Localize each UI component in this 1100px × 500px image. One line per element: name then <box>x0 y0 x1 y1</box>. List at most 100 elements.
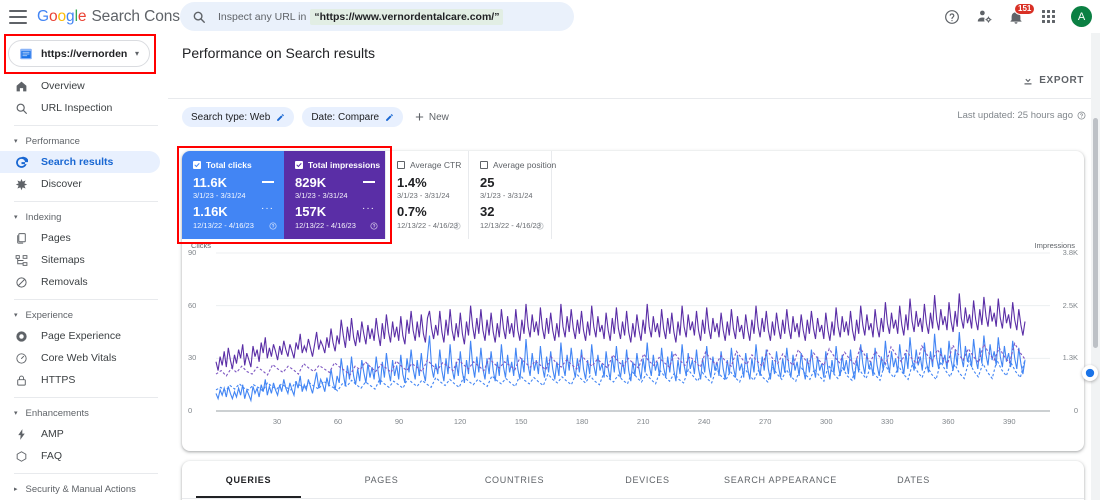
metric-name: Total clicks <box>206 160 252 170</box>
chip-search-type[interactable]: Search type: Web <box>182 107 295 127</box>
x-tick: 120 <box>453 417 467 426</box>
sidebar-item-pages[interactable]: Pages <box>0 227 160 249</box>
sidebar-item-url-inspection[interactable]: URL Inspection <box>0 97 160 119</box>
property-site-icon <box>19 47 33 61</box>
filter-chip-row: Search type: Web Date: Compare + New <box>182 107 449 127</box>
tab-label: QUERIES <box>225 474 272 485</box>
metric-header: Total clicks <box>193 160 273 170</box>
main-content: Performance on Search results EXPORT Sea… <box>168 33 1100 500</box>
metric-name: Average CTR <box>410 160 462 170</box>
page-title: Performance on Search results <box>182 45 375 61</box>
export-label: EXPORT <box>1039 74 1084 86</box>
sidebar-section-label: Performance <box>25 135 80 147</box>
y-tick-right: 3.8K <box>1062 248 1078 257</box>
hamburger-icon[interactable] <box>9 9 27 24</box>
metric-value-current: 1.4% <box>397 175 427 190</box>
tab-queries[interactable]: QUERIES <box>182 461 315 498</box>
tab-countries[interactable]: COUNTRIES <box>448 461 581 498</box>
tab-search-appearance[interactable]: SEARCH APPEARANCE <box>714 461 847 498</box>
tab-label: DEVICES <box>625 474 670 485</box>
home-icon <box>14 79 28 93</box>
notifications-icon[interactable]: 151 <box>1007 2 1036 26</box>
metric-card-average-ctr[interactable]: Average CTR 1.4% 3/1/23 - 3/31/24 0.7% 1… <box>386 151 469 239</box>
metric-value-current: 25 <box>480 175 495 190</box>
sidebar-item-sitemaps[interactable]: Sitemaps <box>0 249 160 271</box>
sidebar-item-search-results[interactable]: Search results <box>0 151 160 173</box>
sidebar-item-faq[interactable]: FAQ <box>0 445 160 467</box>
metric-card-average-position[interactable]: Average position 25 3/1/23 - 3/31/24 32 … <box>469 151 556 239</box>
y-tick-left: 30 <box>188 353 197 363</box>
chevron-down-icon: ▾ <box>14 410 18 417</box>
add-new-filter-button[interactable]: + New <box>415 110 449 125</box>
checkbox-average-ctr[interactable] <box>397 161 405 169</box>
y-tick-right: 2.5K <box>1062 300 1078 310</box>
chip-label: Date: Compare <box>311 111 380 123</box>
plus-icon: + <box>415 108 424 126</box>
sidebar-item-https[interactable]: HTTPS <box>0 369 160 391</box>
x-tick: 150 <box>514 417 528 426</box>
sidebar-section-indexing[interactable]: ▾ Indexing <box>0 207 168 227</box>
metric-date-compare: 12/13/22 - 4/16/23 <box>295 220 356 230</box>
account-settings-icon[interactable] <box>975 8 993 26</box>
checkbox-total-clicks[interactable] <box>193 161 201 169</box>
url-inspection-search-bar[interactable]: Inspect any URL in “https://www.vernorde… <box>180 2 574 31</box>
apps-grid-icon[interactable] <box>1039 8 1057 26</box>
metric-date-current: 3/1/23 - 3/31/24 <box>397 191 450 201</box>
sidebar-item-label: HTTPS <box>41 374 76 386</box>
logo-letter: o <box>48 7 58 25</box>
help-icon[interactable] <box>536 217 544 235</box>
sidebar-item-core-web-vitals[interactable]: Core Web Vitals <box>0 347 160 369</box>
x-tick: 30 <box>272 417 282 426</box>
metric-cards: Total clicks 11.6K 3/1/23 - 3/31/24 1.16… <box>177 146 1084 244</box>
metric-card-total-clicks[interactable]: Total clicks 11.6K 3/1/23 - 3/31/24 1.16… <box>182 151 284 239</box>
sidebar-item-label: Search results <box>41 156 114 168</box>
discover-icon <box>14 177 28 191</box>
scrollbar-thumb[interactable] <box>1093 118 1098 348</box>
avatar[interactable]: A <box>1071 6 1092 27</box>
export-button[interactable]: EXPORT <box>1022 74 1084 86</box>
sidebar-item-page-experience[interactable]: Page Experience <box>0 325 160 347</box>
core-web-vitals-icon <box>14 351 28 365</box>
tab-pages[interactable]: PAGES <box>315 461 448 498</box>
faq-icon <box>14 449 28 463</box>
help-icon[interactable] <box>269 217 277 235</box>
y-tick-left: 60 <box>188 300 197 310</box>
help-icon[interactable] <box>453 217 461 235</box>
checkbox-total-impressions[interactable] <box>295 161 303 169</box>
tab-devices[interactable]: DEVICES <box>581 461 714 498</box>
lock-icon <box>14 373 28 387</box>
sidebar-item-label: Removals <box>41 276 88 288</box>
sidebar-item-overview[interactable]: Overview <box>0 75 160 97</box>
help-icon[interactable] <box>370 217 378 235</box>
chevron-down-icon: ▾ <box>134 49 139 58</box>
y-tick-left: 0 <box>188 406 193 415</box>
sidebar-section-performance[interactable]: ▾ Performance <box>0 131 168 151</box>
metric-value-current: 829K <box>295 175 327 190</box>
metric-value-current: 11.6K <box>193 175 227 190</box>
chevron-down-icon: ▾ <box>14 138 18 145</box>
tab-dates[interactable]: DATES <box>847 461 980 498</box>
tab-label: COUNTRIES <box>484 474 545 485</box>
divider <box>168 98 1100 99</box>
metric-date-compare: 12/13/22 - 4/16/23 <box>480 220 541 230</box>
checkbox-average-position[interactable] <box>480 161 488 169</box>
property-selector[interactable]: https://vernordental ▾ <box>8 40 150 67</box>
x-tick: 360 <box>942 417 955 426</box>
sidebar-item-amp[interactable]: AMP <box>0 423 160 445</box>
help-icon[interactable] <box>943 8 961 26</box>
chip-date-compare[interactable]: Date: Compare <box>302 107 404 127</box>
sidebar-section-enhancements[interactable]: ▾ Enhancements <box>0 403 168 423</box>
metric-card-total-impressions[interactable]: Total impressions 829K 3/1/23 - 3/31/24 … <box>284 151 386 239</box>
logo-letter: o <box>57 7 67 25</box>
metric-name: Average position <box>493 160 557 170</box>
sidebar-section-security-manual-actions[interactable]: ▸ Security & Manual Actions <box>0 479 168 499</box>
divider <box>14 125 158 126</box>
sidebar-item-discover[interactable]: Discover <box>0 173 160 195</box>
metric-date-compare: 12/13/22 - 4/16/23 <box>193 220 254 230</box>
chat-support-icon[interactable] <box>1082 365 1098 381</box>
divider <box>14 299 158 300</box>
metric-value-compare: 32 <box>480 204 495 220</box>
sidebar-item-removals[interactable]: Removals <box>0 271 160 293</box>
sidebar-section-experience[interactable]: ▾ Experience <box>0 305 168 325</box>
search-hint: Inspect any URL in <box>218 10 307 23</box>
